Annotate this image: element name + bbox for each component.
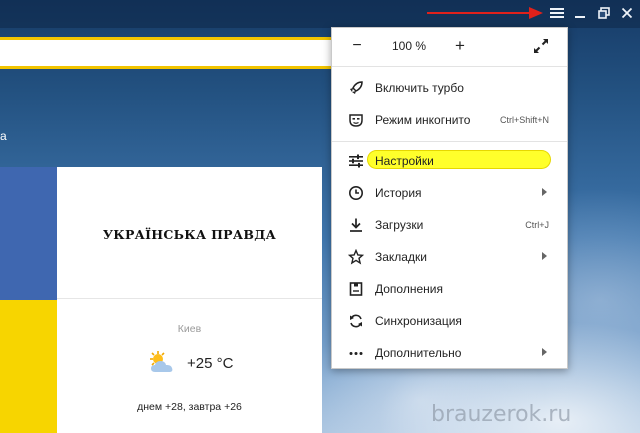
menu-item-label: Дополнительно <box>375 346 462 360</box>
menu-item-label: Загрузки <box>375 218 424 232</box>
card-divider <box>57 298 322 299</box>
news-weather-card[interactable]: УКРАЇНСЬКА ПРАВДА Киев +25 °C днем +28, … <box>57 167 322 433</box>
sync-icon <box>350 314 362 328</box>
restore-icon[interactable] <box>594 4 614 24</box>
settings-sliders-icon <box>349 154 363 168</box>
partly-cloudy-icon <box>150 351 173 372</box>
menu-item-extensions[interactable]: Дополнения <box>332 274 567 304</box>
rocket-icon <box>350 81 363 94</box>
menu-item-label: История <box>375 186 422 200</box>
tile-blue[interactable] <box>0 167 57 300</box>
extension-icon <box>349 282 363 296</box>
menu-item-label: Настройки <box>375 154 434 168</box>
annotation-arrow <box>427 7 543 19</box>
news-brand-logo[interactable]: УКРАЇНСЬКА ПРАВДА <box>57 227 322 242</box>
watermark: brauzerok.ru <box>431 402 572 427</box>
menu-item-bookmarks[interactable]: Закладки <box>332 242 567 272</box>
chevron-right-icon <box>542 252 547 260</box>
menu-item-label: Синхронизация <box>375 314 462 328</box>
zoom-row: − 100 % + <box>332 28 567 66</box>
menu-item-incognito[interactable]: Режим инкогнито Ctrl+Shift+N <box>332 105 567 135</box>
hamburger-icon[interactable] <box>547 4 567 24</box>
fullscreen-icon[interactable] <box>532 37 550 55</box>
menu-item-shortcut: Ctrl+Shift+N <box>499 115 549 125</box>
temperature: +25 °C <box>187 354 234 372</box>
menu-item-settings[interactable]: Настройки <box>332 146 567 176</box>
menu-item-label: Включить турбо <box>375 81 464 95</box>
menu-item-label: Режим инкогнито <box>375 113 471 127</box>
chevron-right-icon <box>542 348 547 356</box>
menu-item-more[interactable]: Дополнительно <box>332 338 567 368</box>
menu-item-sync[interactable]: Синхронизация <box>332 306 567 336</box>
star-icon <box>348 249 364 265</box>
weather-forecast: днем +28, завтра +26 <box>137 401 242 413</box>
tile-yellow[interactable] <box>0 300 57 433</box>
menu-item-downloads[interactable]: Загрузки Ctrl+J <box>332 210 567 240</box>
weather-city: Киев <box>177 323 202 335</box>
zoom-in-button[interactable]: + <box>451 37 469 55</box>
menu-item-history[interactable]: История <box>332 178 567 208</box>
weather-row[interactable]: +25 °C <box>147 349 233 377</box>
menu-item-shortcut: Ctrl+J <box>525 220 549 230</box>
zoom-out-button[interactable]: − <box>348 37 366 55</box>
menu-separator <box>332 66 567 67</box>
clock-icon <box>349 186 363 200</box>
download-icon <box>350 218 362 232</box>
chevron-right-icon <box>542 188 547 196</box>
menu-item-label: Закладки <box>375 250 427 264</box>
minimize-icon[interactable] <box>570 4 590 24</box>
search-input[interactable] <box>0 37 337 69</box>
menu-item-label: Дополнения <box>375 282 443 296</box>
browser-main-menu: − 100 % + Включить турбо Режим инкогнито… <box>331 27 568 369</box>
menu-item-turbo[interactable]: Включить турбо <box>332 73 567 103</box>
menu-separator <box>332 141 567 142</box>
more-dots-icon <box>349 352 363 355</box>
cut-off-text: a <box>0 129 7 143</box>
close-icon[interactable] <box>617 4 637 24</box>
incognito-mask-icon <box>349 114 363 127</box>
zoom-level: 100 % <box>391 39 427 53</box>
